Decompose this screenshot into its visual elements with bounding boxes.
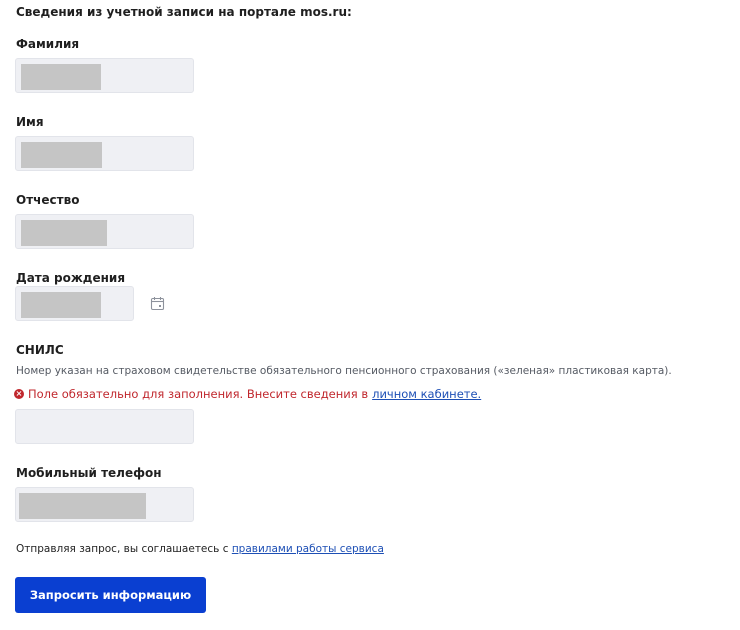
- last-name-field[interactable]: [15, 58, 194, 93]
- request-info-button[interactable]: Запросить информацию: [15, 577, 206, 613]
- patronymic-label: Отчество: [16, 193, 80, 207]
- birth-date-field[interactable]: [15, 286, 134, 321]
- redacted-value: [21, 220, 107, 246]
- last-name-label: Фамилия: [16, 37, 80, 51]
- phone-field[interactable]: [15, 487, 194, 522]
- error-circle-icon: ×: [14, 389, 24, 399]
- phone-label: Мобильный телефон: [16, 466, 162, 480]
- snils-error-text: Поле обязательно для заполнения. Внесите…: [28, 387, 369, 401]
- section-title: Сведения из учетной записи на портале mo…: [16, 5, 352, 19]
- redacted-value: [21, 64, 101, 90]
- personal-cabinet-link[interactable]: личном кабинете.: [372, 386, 481, 402]
- service-rules-link[interactable]: правилами работы сервиса: [232, 543, 384, 555]
- agreement-note: Отправляя запрос, вы соглашаетесь с прав…: [16, 542, 384, 556]
- birth-date-label: Дата рождения: [16, 271, 126, 285]
- redacted-value: [21, 142, 102, 168]
- agreement-text: Отправляя запрос, вы соглашаетесь с: [16, 543, 232, 555]
- redacted-value: [21, 292, 101, 318]
- snils-hint: Номер указан на страховом свидетельстве …: [16, 365, 672, 377]
- first-name-field[interactable]: [15, 136, 194, 171]
- calendar-icon[interactable]: [150, 296, 165, 311]
- redacted-value: [19, 493, 146, 519]
- patronymic-field[interactable]: [15, 214, 194, 249]
- snils-field[interactable]: [15, 409, 194, 444]
- snils-label: СНИЛС: [16, 343, 64, 357]
- snils-error-message: × Поле обязательно для заполнения. Внеси…: [14, 386, 481, 402]
- first-name-label: Имя: [16, 115, 44, 129]
